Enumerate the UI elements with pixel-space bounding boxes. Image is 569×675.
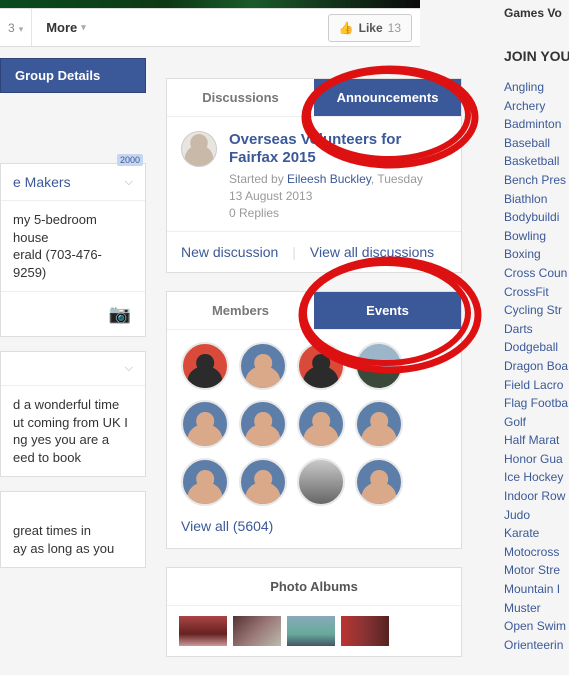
group-details-button[interactable]: Group Details [0, 58, 146, 93]
member-avatar[interactable] [181, 342, 229, 390]
sport-link[interactable]: Honor Gua [504, 450, 569, 469]
sport-link[interactable]: Archery [504, 97, 569, 116]
sport-link[interactable]: Mountain I [504, 580, 569, 599]
tab-announcements[interactable]: Announcements [314, 79, 461, 116]
member-avatar[interactable] [239, 458, 287, 506]
chevron-down-icon: ⌵ [125, 176, 133, 189]
member-avatar[interactable] [297, 458, 345, 506]
member-avatar[interactable] [239, 342, 287, 390]
more-button[interactable]: More▾ [31, 9, 100, 46]
sport-link[interactable]: Motor Stre [504, 561, 569, 580]
author-link[interactable]: Eileesh Buckley [287, 172, 371, 186]
sport-link[interactable]: Motocross [504, 543, 569, 562]
member-avatar[interactable] [355, 458, 403, 506]
sport-link[interactable]: Baseball [504, 134, 569, 153]
toolbar-count: 3▾ [0, 21, 31, 35]
chevron-down-icon: ⌵ [125, 362, 133, 375]
sport-link[interactable]: Darts [504, 320, 569, 339]
sport-link[interactable]: Half Marat [504, 431, 569, 450]
sport-link[interactable]: Bodybuildi [504, 208, 569, 227]
sport-link[interactable]: Cycling Str [504, 301, 569, 320]
sport-link[interactable]: Bench Pres [504, 171, 569, 190]
member-avatar[interactable] [297, 400, 345, 448]
sport-link[interactable]: Dodgeball [504, 338, 569, 357]
join-section-title: JOIN YOU [504, 48, 569, 64]
sport-link[interactable]: Biathlon [504, 190, 569, 209]
album-thumb[interactable] [287, 616, 335, 646]
member-grid [167, 330, 461, 518]
sport-link[interactable]: CrossFit [504, 283, 569, 302]
member-avatar[interactable] [297, 342, 345, 390]
sport-link[interactable]: Judo [504, 506, 569, 525]
photo-albums-card: Photo Albums [166, 567, 462, 657]
sport-link[interactable]: Orienteerin [504, 636, 569, 655]
sport-link[interactable]: Flag Footba [504, 394, 569, 413]
sport-link[interactable]: Bowling [504, 227, 569, 246]
sidebar-box-body: d a wonderful time ut coming from UK I n… [1, 386, 145, 476]
cover-banner-strip [0, 0, 420, 8]
sidebar-box-body: great times in ay as long as you [1, 492, 145, 567]
tab-members[interactable]: Members [167, 292, 314, 329]
photo-albums-header: Photo Albums [167, 568, 461, 605]
album-thumb[interactable] [341, 616, 389, 646]
sport-list: AnglingArcheryBadmintonBaseballBasketbal… [504, 78, 569, 654]
sport-link[interactable]: Boxing [504, 245, 569, 264]
sidebar-box-3: great times in ay as long as you [0, 491, 146, 568]
sidebar-box-body: my 5-bedroom house erald (703-476-9259) [1, 201, 145, 291]
view-all-members-link[interactable]: View all (5604) [181, 518, 273, 534]
tabs-discussions: Discussions Announcements [167, 79, 461, 117]
sport-link[interactable]: Angling [504, 78, 569, 97]
members-card: Members Events View all (5604) [166, 291, 462, 549]
discussion-meta: Started by Eileesh Buckley, Tuesday 13 A… [229, 171, 447, 221]
discussions-card: Discussions Announcements Overseas Volun… [166, 78, 462, 273]
thumbs-up-icon: 👍 [339, 21, 354, 35]
sidebar-box-header[interactable]: ⌵ [1, 352, 145, 386]
sidebar-box-2: ⌵ d a wonderful time ut coming from UK I… [0, 351, 146, 477]
right-top-cutoff: Games Vo [504, 6, 569, 20]
tab-discussions[interactable]: Discussions [167, 79, 314, 116]
sport-link[interactable]: Badminton [504, 115, 569, 134]
sidebar-box-makers: 2000 e Makers ⌵ my 5-bedroom house erald… [0, 163, 146, 337]
discussion-actions: New discussion | View all discussions [167, 232, 461, 272]
main-column: Discussions Announcements Overseas Volun… [166, 78, 462, 675]
sport-link[interactable]: Field Lacro [504, 376, 569, 395]
discussion-item: Overseas Volunteers for Fairfax 2015 Sta… [167, 117, 461, 232]
view-all-discussions-link[interactable]: View all discussions [310, 244, 434, 260]
album-thumb[interactable] [179, 616, 227, 646]
avatar[interactable] [181, 131, 217, 167]
sport-link[interactable]: Indoor Row [504, 487, 569, 506]
badge-count: 2000 [117, 154, 143, 166]
new-discussion-link[interactable]: New discussion [181, 244, 278, 260]
sport-link[interactable]: Dragon Boa [504, 357, 569, 376]
sport-link[interactable]: Muster [504, 599, 569, 618]
sport-link[interactable]: Cross Coun [504, 264, 569, 283]
member-avatar[interactable] [355, 342, 403, 390]
sport-link[interactable]: Ice Hockey [504, 468, 569, 487]
group-toolbar: 3▾ More▾ 👍 Like 13 [0, 8, 420, 47]
sport-link[interactable]: Basketball [504, 152, 569, 171]
album-thumb[interactable] [233, 616, 281, 646]
chevron-down-icon: ▾ [81, 22, 86, 33]
member-avatar[interactable] [239, 400, 287, 448]
sidebar-box-header[interactable]: e Makers ⌵ [1, 164, 145, 201]
member-avatar[interactable] [355, 400, 403, 448]
member-avatar[interactable] [181, 458, 229, 506]
tab-events[interactable]: Events [314, 292, 461, 329]
sport-link[interactable]: Golf [504, 413, 569, 432]
left-sidebar: Group Details 2000 e Makers ⌵ my 5-bedro… [0, 58, 146, 568]
photo-strip [167, 606, 461, 656]
sport-link[interactable]: Open Swim [504, 617, 569, 636]
camera-icon[interactable]: 📷 [1, 291, 145, 336]
sport-link[interactable]: Karate [504, 524, 569, 543]
member-avatar[interactable] [181, 400, 229, 448]
right-sidebar: Games Vo JOIN YOU AnglingArcheryBadminto… [504, 0, 569, 654]
tabs-members: Members Events [167, 292, 461, 330]
discussion-title[interactable]: Overseas Volunteers for Fairfax 2015 [229, 131, 447, 167]
like-button[interactable]: 👍 Like 13 [328, 14, 412, 42]
